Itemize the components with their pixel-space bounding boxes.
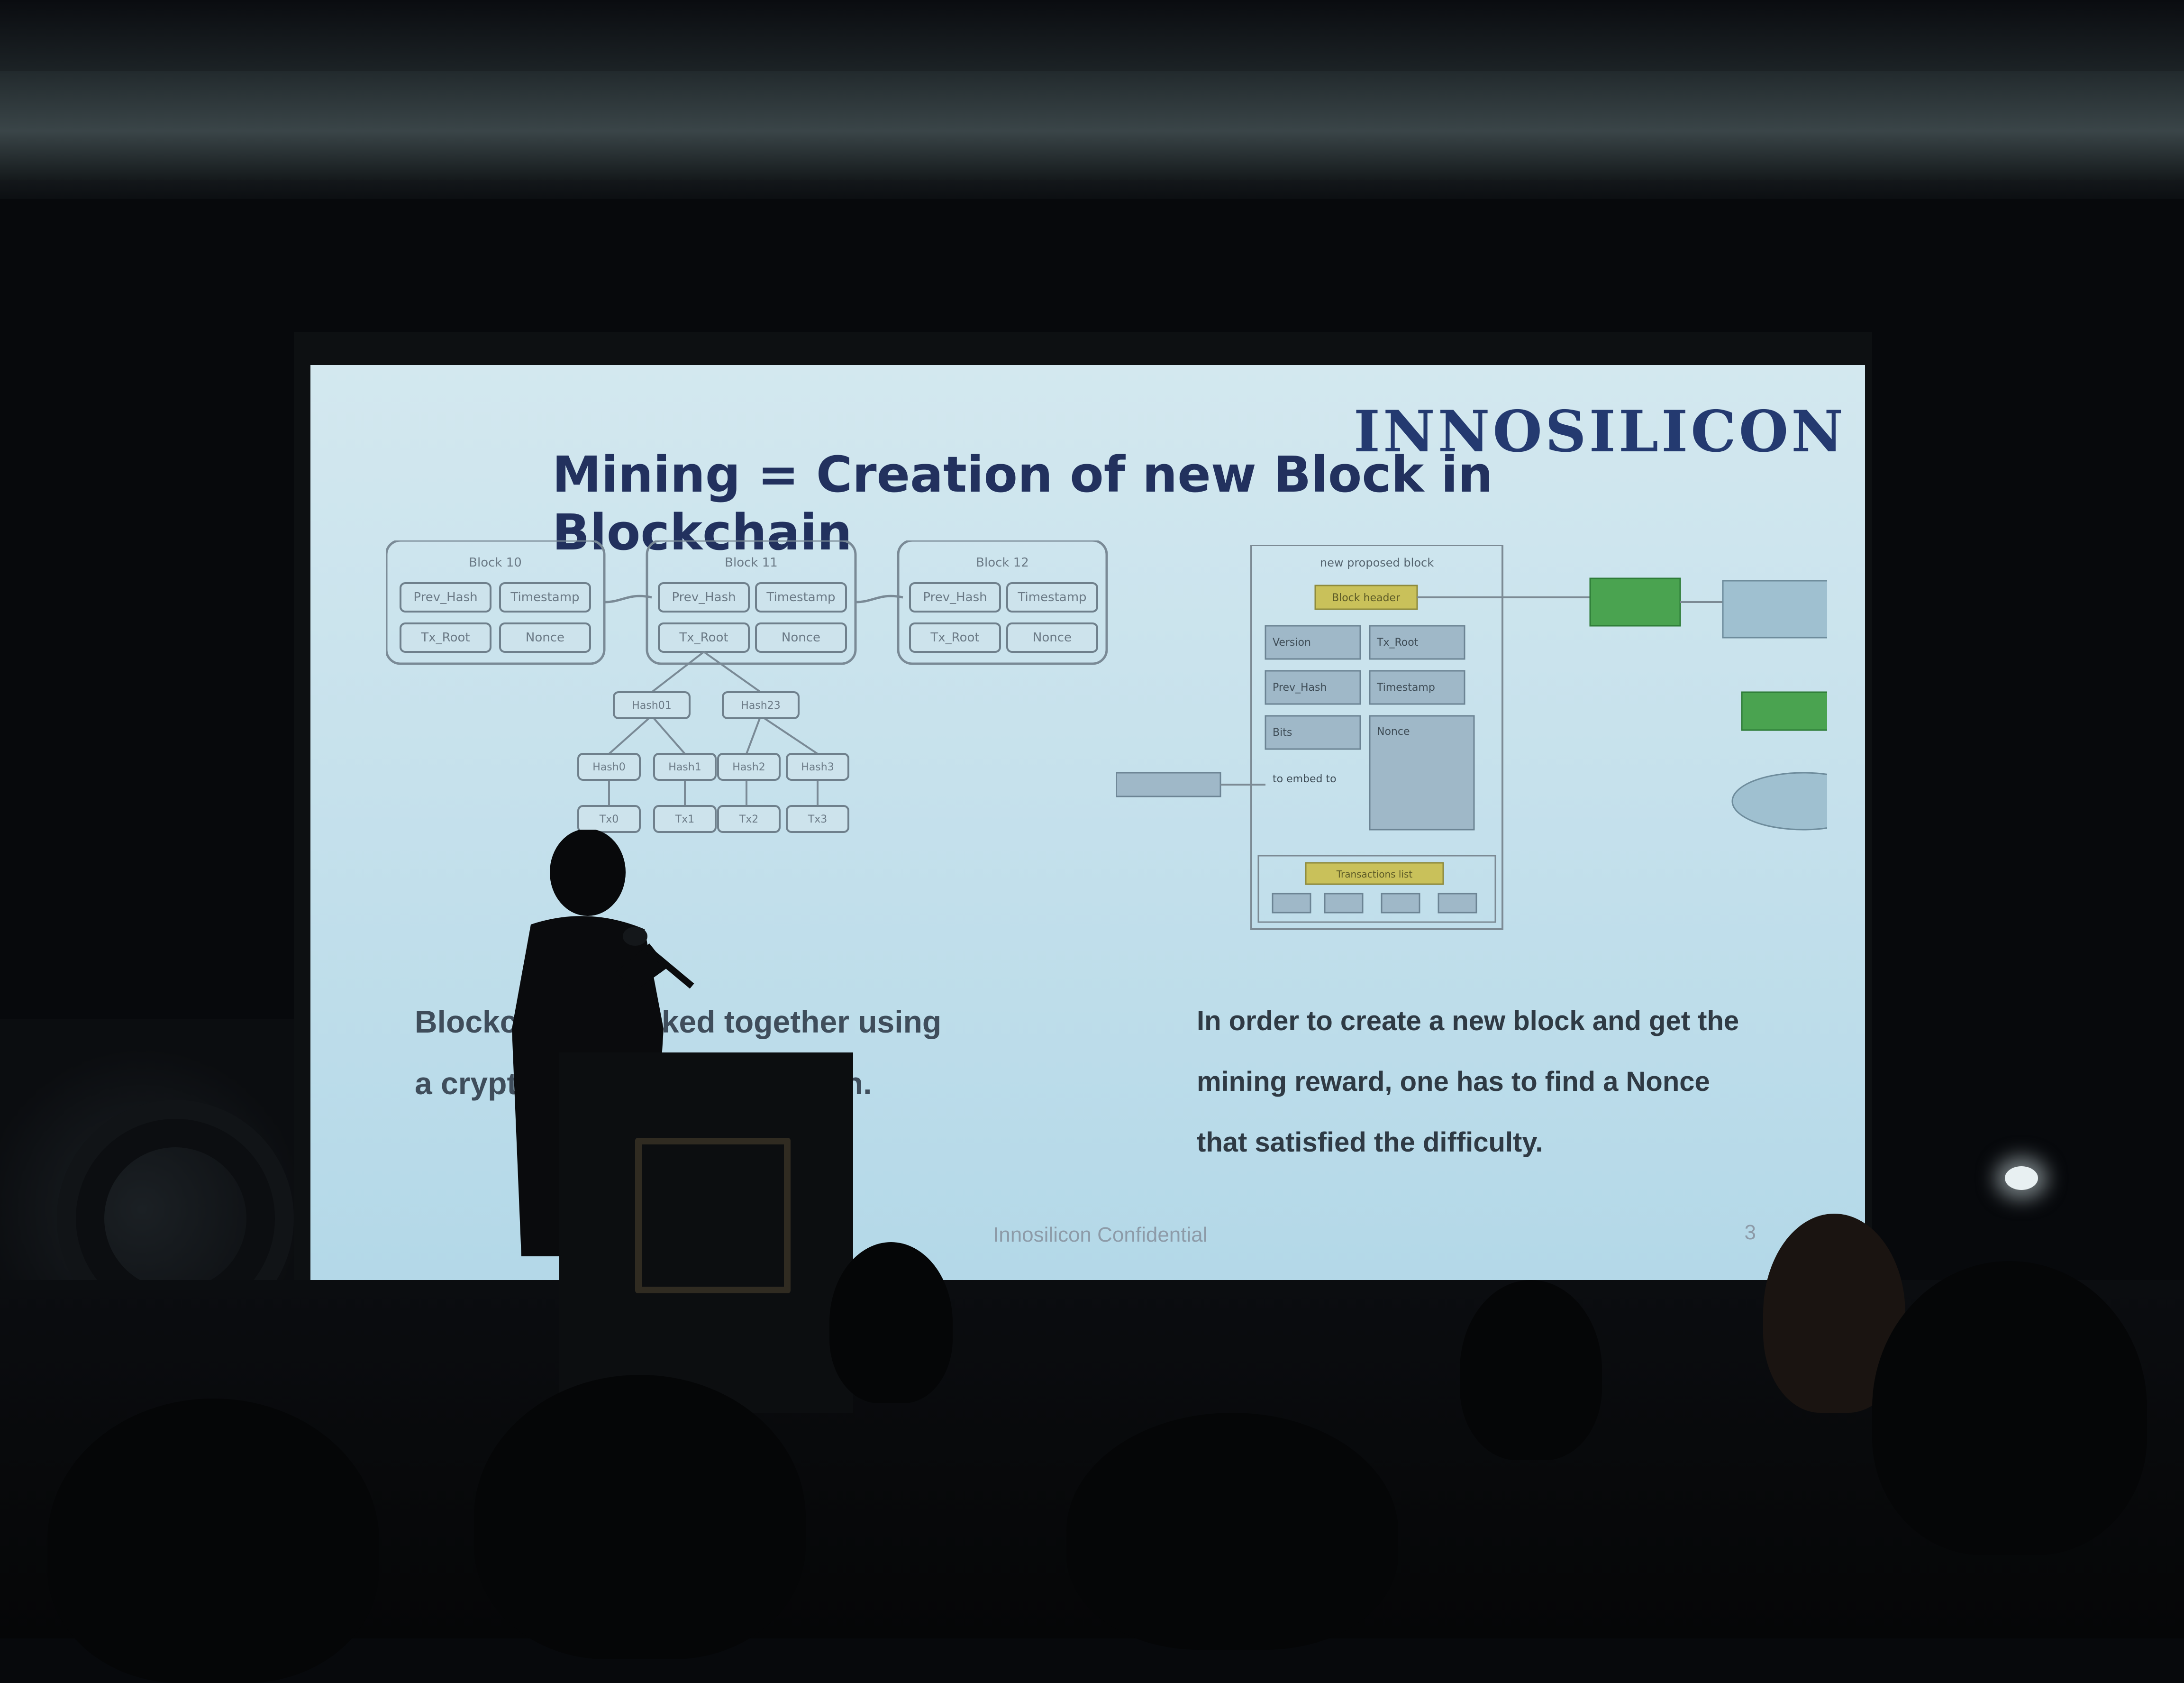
audience-head <box>474 1375 806 1659</box>
svg-text:Hash01: Hash01 <box>632 700 671 712</box>
block-11-prev-hash: Prev_Hash <box>672 590 736 604</box>
block-12-title: Block 12 <box>976 556 1029 570</box>
audience-head <box>1872 1261 2147 1555</box>
svg-text:Hash23: Hash23 <box>741 700 780 712</box>
svg-text:Tx2: Tx2 <box>739 814 758 825</box>
hash-step-box <box>1589 577 1681 627</box>
decision-ellipse <box>1731 772 1827 831</box>
podium-chip-logo <box>635 1138 791 1293</box>
slide-page-number: 3 <box>1744 1221 1756 1244</box>
audience-head <box>829 1242 953 1403</box>
svg-text:Prev_Hash: Prev_Hash <box>1273 682 1327 694</box>
caption-right-line-1: In order to create a new block and get t… <box>1197 1006 1739 1036</box>
svg-text:Hash0: Hash0 <box>592 761 625 773</box>
svg-text:Nonce: Nonce <box>1377 726 1410 738</box>
caption-right: In order to create a new block and get t… <box>1197 991 1813 1173</box>
svg-text:Tx3: Tx3 <box>808 814 827 825</box>
block-11-tx-root: Tx_Root <box>679 631 728 645</box>
audience-head <box>1460 1280 1602 1460</box>
block-12-timestamp: Timestamp <box>1017 590 1086 604</box>
block-12-tx-root: Tx_Root <box>930 631 979 645</box>
block-10-tx-root: Tx_Root <box>420 631 470 645</box>
svg-text:Tx_Root: Tx_Root <box>1376 637 1419 649</box>
svg-text:Hash1: Hash1 <box>668 761 701 773</box>
svg-text:Hash3: Hash3 <box>801 761 834 773</box>
svg-text:Tx0: Tx0 <box>599 814 619 825</box>
result-box <box>1722 580 1827 639</box>
block-11-nonce: Nonce <box>782 631 820 645</box>
block-10-timestamp: Timestamp <box>510 590 579 604</box>
ceiling-beam <box>0 71 2184 180</box>
svg-text:Block header: Block header <box>1332 592 1401 604</box>
slide-footer: Innosilicon Confidential <box>993 1223 1208 1246</box>
block-10-prev-hash: Prev_Hash <box>413 590 477 604</box>
success-box <box>1741 691 1827 731</box>
svg-text:Tx1: Tx1 <box>675 814 694 825</box>
svg-text:Timestamp: Timestamp <box>1376 682 1435 694</box>
stage-light <box>2005 1166 2038 1190</box>
audience-head <box>47 1399 379 1683</box>
block-12-nonce: Nonce <box>1033 631 1072 645</box>
block-11-timestamp: Timestamp <box>766 590 835 604</box>
block-10-nonce: Nonce <box>526 631 564 645</box>
svg-text:Version: Version <box>1273 637 1311 649</box>
svg-text:Transactions list: Transactions list <box>1336 869 1413 880</box>
block-10-title: Block 10 <box>469 556 522 570</box>
caption-right-line-2: mining reward, one has to find a Nonce <box>1197 1066 1710 1097</box>
mining-flow-diagram: new proposed block Block header Version … <box>1116 545 1827 930</box>
block-12-prev-hash: Prev_Hash <box>923 590 987 604</box>
block-11-title: Block 11 <box>725 556 778 570</box>
audience-head <box>1066 1413 1398 1650</box>
flow-header: new proposed block <box>1320 556 1434 569</box>
svg-text:to embed to: to embed to <box>1273 773 1337 785</box>
input-box <box>1116 772 1221 797</box>
svg-text:Hash2: Hash2 <box>732 761 765 773</box>
svg-text:Bits: Bits <box>1273 727 1292 739</box>
caption-right-line-3: that satisfied the difficulty. <box>1197 1127 1543 1158</box>
